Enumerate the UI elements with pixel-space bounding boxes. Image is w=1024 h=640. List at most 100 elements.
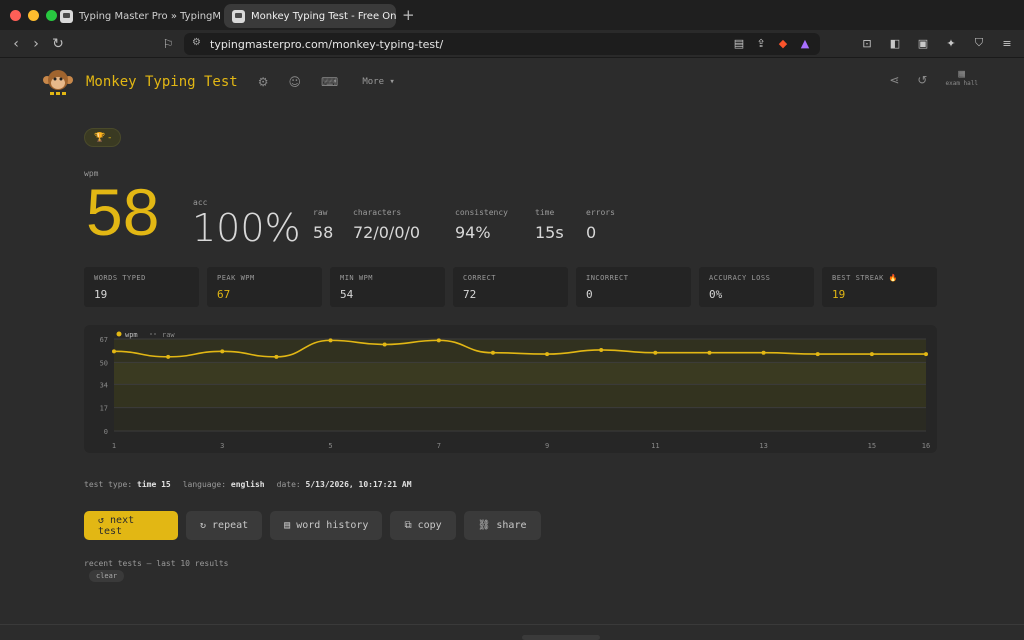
wpm-chart-svg: 0173450671 3 5 7 9 11 13 15 16wpm raw (100, 331, 931, 450)
card-peak-wpm: PEAK WPM 67 (207, 267, 322, 307)
series-wpm-point (436, 338, 441, 343)
copy-button[interactable]: ⧉ copy (390, 511, 456, 540)
test-type-label: test type: (84, 480, 133, 489)
settings-gear-icon[interactable]: ⚙ (258, 75, 269, 89)
next-test-button[interactable]: ↺ next test (84, 511, 178, 540)
card-value: 19 (832, 288, 846, 301)
stat-label: time (535, 208, 555, 217)
brave-shields-icon[interactable]: ◆ (776, 36, 790, 50)
tab-monkey-typing-test[interactable]: Monkey Typing Test - Free Onl ✕ (224, 4, 396, 28)
series-wpm-point (166, 354, 171, 359)
theme-icon[interactable]: ☺ (288, 75, 301, 89)
legend-raw-label: raw (162, 331, 175, 339)
ai-icon[interactable]: ✦ (944, 36, 958, 50)
trophy-badge: 🏆 - (84, 128, 122, 147)
keyboard-icon[interactable]: ⌨ (321, 75, 338, 89)
series-wpm-point (382, 342, 387, 347)
chart-x-tick: 9 (545, 442, 549, 450)
card-min-wpm: MIN WPM 54 (330, 267, 445, 307)
legend-wpm-swatch (116, 331, 122, 337)
chart-y-tick: 50 (100, 359, 108, 367)
bookmark-icon[interactable]: ⚐ (158, 34, 178, 54)
card-accuracy-loss: ACCURACY LOSS 0% (699, 267, 814, 307)
chart-x-tick: 16 (922, 442, 930, 450)
series-wpm-point (112, 349, 116, 354)
test-type-info: test type: time 15 (84, 480, 171, 489)
close-window-button[interactable] (10, 9, 21, 21)
card-label: MIN WPM (340, 274, 374, 282)
history-list-icon: ▤ (284, 520, 291, 531)
card-value: 72 (463, 288, 477, 301)
tab-title: Typing Master Pro » TypingMaster (79, 10, 220, 22)
wpm-chart[interactable]: 0 17 34 50 67 1 3 5 7 9 11 13 15 16 wpm raw (84, 325, 937, 453)
series-wpm-point (274, 354, 279, 359)
stat-consistency: consistency 94% (455, 208, 508, 242)
card-label: WORDS TYPED (94, 274, 146, 282)
stat-errors: errors 0 (586, 208, 615, 242)
language-value: english (230, 480, 265, 489)
tab-typingmaster[interactable]: Typing Master Pro » TypingMaster (52, 4, 220, 28)
series-wpm-point (328, 338, 333, 343)
series-wpm-point (220, 349, 225, 354)
chart-y-tick: 17 (100, 405, 108, 413)
site-settings-icon[interactable]: ⚙ (192, 37, 201, 48)
word-history-button[interactable]: ▤ word history (270, 511, 383, 540)
menu-icon[interactable]: ≡ (1000, 36, 1014, 50)
share-page-icon[interactable]: ⇪ (754, 36, 768, 50)
repeat-button[interactable]: ↻ repeat (186, 511, 263, 540)
monkey-logo-icon[interactable] (42, 67, 74, 97)
action-buttons: ↺ next test ↻ repeat ▤ word history ⧉ copy… (84, 511, 541, 540)
chart-y-tick: 67 (100, 336, 108, 344)
reload-icon[interactable]: ↻ (48, 34, 68, 54)
chart-band (114, 407, 926, 431)
recent-tests-label: recent tests — last 10 results (84, 559, 229, 568)
chart-x-tick: 13 (759, 442, 767, 450)
address-bar[interactable]: ⚙ typingmasterpro.com/monkey-typing-test… (184, 33, 820, 55)
clear-button[interactable]: clear (89, 570, 125, 582)
reader-mode-icon[interactable]: ▤ (732, 36, 746, 50)
forward-icon[interactable]: › (26, 34, 46, 54)
language-label: language: (182, 480, 227, 489)
leo-icon[interactable]: ⊡ (860, 36, 874, 50)
stat-value: 0 (586, 223, 597, 242)
share-button[interactable]: ⛓ share (463, 511, 541, 540)
tab-title: Monkey Typing Test - Free Onl (251, 10, 396, 22)
share-icon[interactable]: ⋖ (889, 73, 899, 87)
series-wpm-point (599, 347, 604, 352)
exam-hall-button[interactable]: ▦ exam hall (945, 67, 978, 87)
chart-x-tick: 7 (437, 442, 441, 450)
acc-value: 100% (192, 206, 301, 250)
wallet-icon[interactable]: ▣ (916, 36, 930, 50)
copy-label: copy (417, 520, 442, 531)
series-wpm-point (490, 350, 495, 355)
minimize-window-button[interactable] (28, 9, 39, 21)
stat-value: 72/0/0/0 (353, 223, 421, 242)
more-menu[interactable]: More ▾ (362, 77, 395, 87)
series-wpm-point (653, 350, 658, 355)
divider (0, 624, 1024, 625)
sidebar-icon[interactable]: ◧ (888, 36, 902, 50)
window-controls (10, 9, 57, 21)
browser-titlebar: Typing Master Pro » TypingMaster Monkey … (0, 0, 1024, 30)
chart-y-tick: 34 (100, 381, 108, 389)
card-value: 19 (94, 288, 108, 301)
series-wpm-point (924, 352, 928, 357)
vpn-icon[interactable]: ⛉ (972, 36, 986, 50)
test-type-value: time 15 (137, 480, 171, 489)
test-info: test type: time 15 language: english dat… (84, 480, 412, 489)
site-title[interactable]: Monkey Typing Test (86, 74, 238, 90)
series-wpm-point (707, 350, 712, 355)
date-label: date: (276, 480, 301, 489)
copy-icon: ⧉ (404, 520, 412, 531)
history-icon[interactable]: ↺ (917, 73, 927, 87)
chart-x-tick: 15 (868, 442, 876, 450)
stat-value: 15s (535, 223, 564, 242)
date-info: date: 5/13/2026, 10:17:21 AM (277, 480, 412, 489)
back-icon[interactable]: ‹ (6, 34, 26, 54)
stat-value: 94% (455, 223, 491, 242)
page-content: Monkey Typing Test ⚙ ☺ ⌨ More ▾ ⋖ ↺ ▦ ex… (0, 59, 1024, 640)
new-tab-icon[interactable]: + (402, 6, 415, 24)
exam-hall-label: exam hall (945, 80, 978, 87)
word-history-label: word history (296, 520, 369, 531)
brave-rewards-icon[interactable]: ▲ (798, 36, 812, 50)
